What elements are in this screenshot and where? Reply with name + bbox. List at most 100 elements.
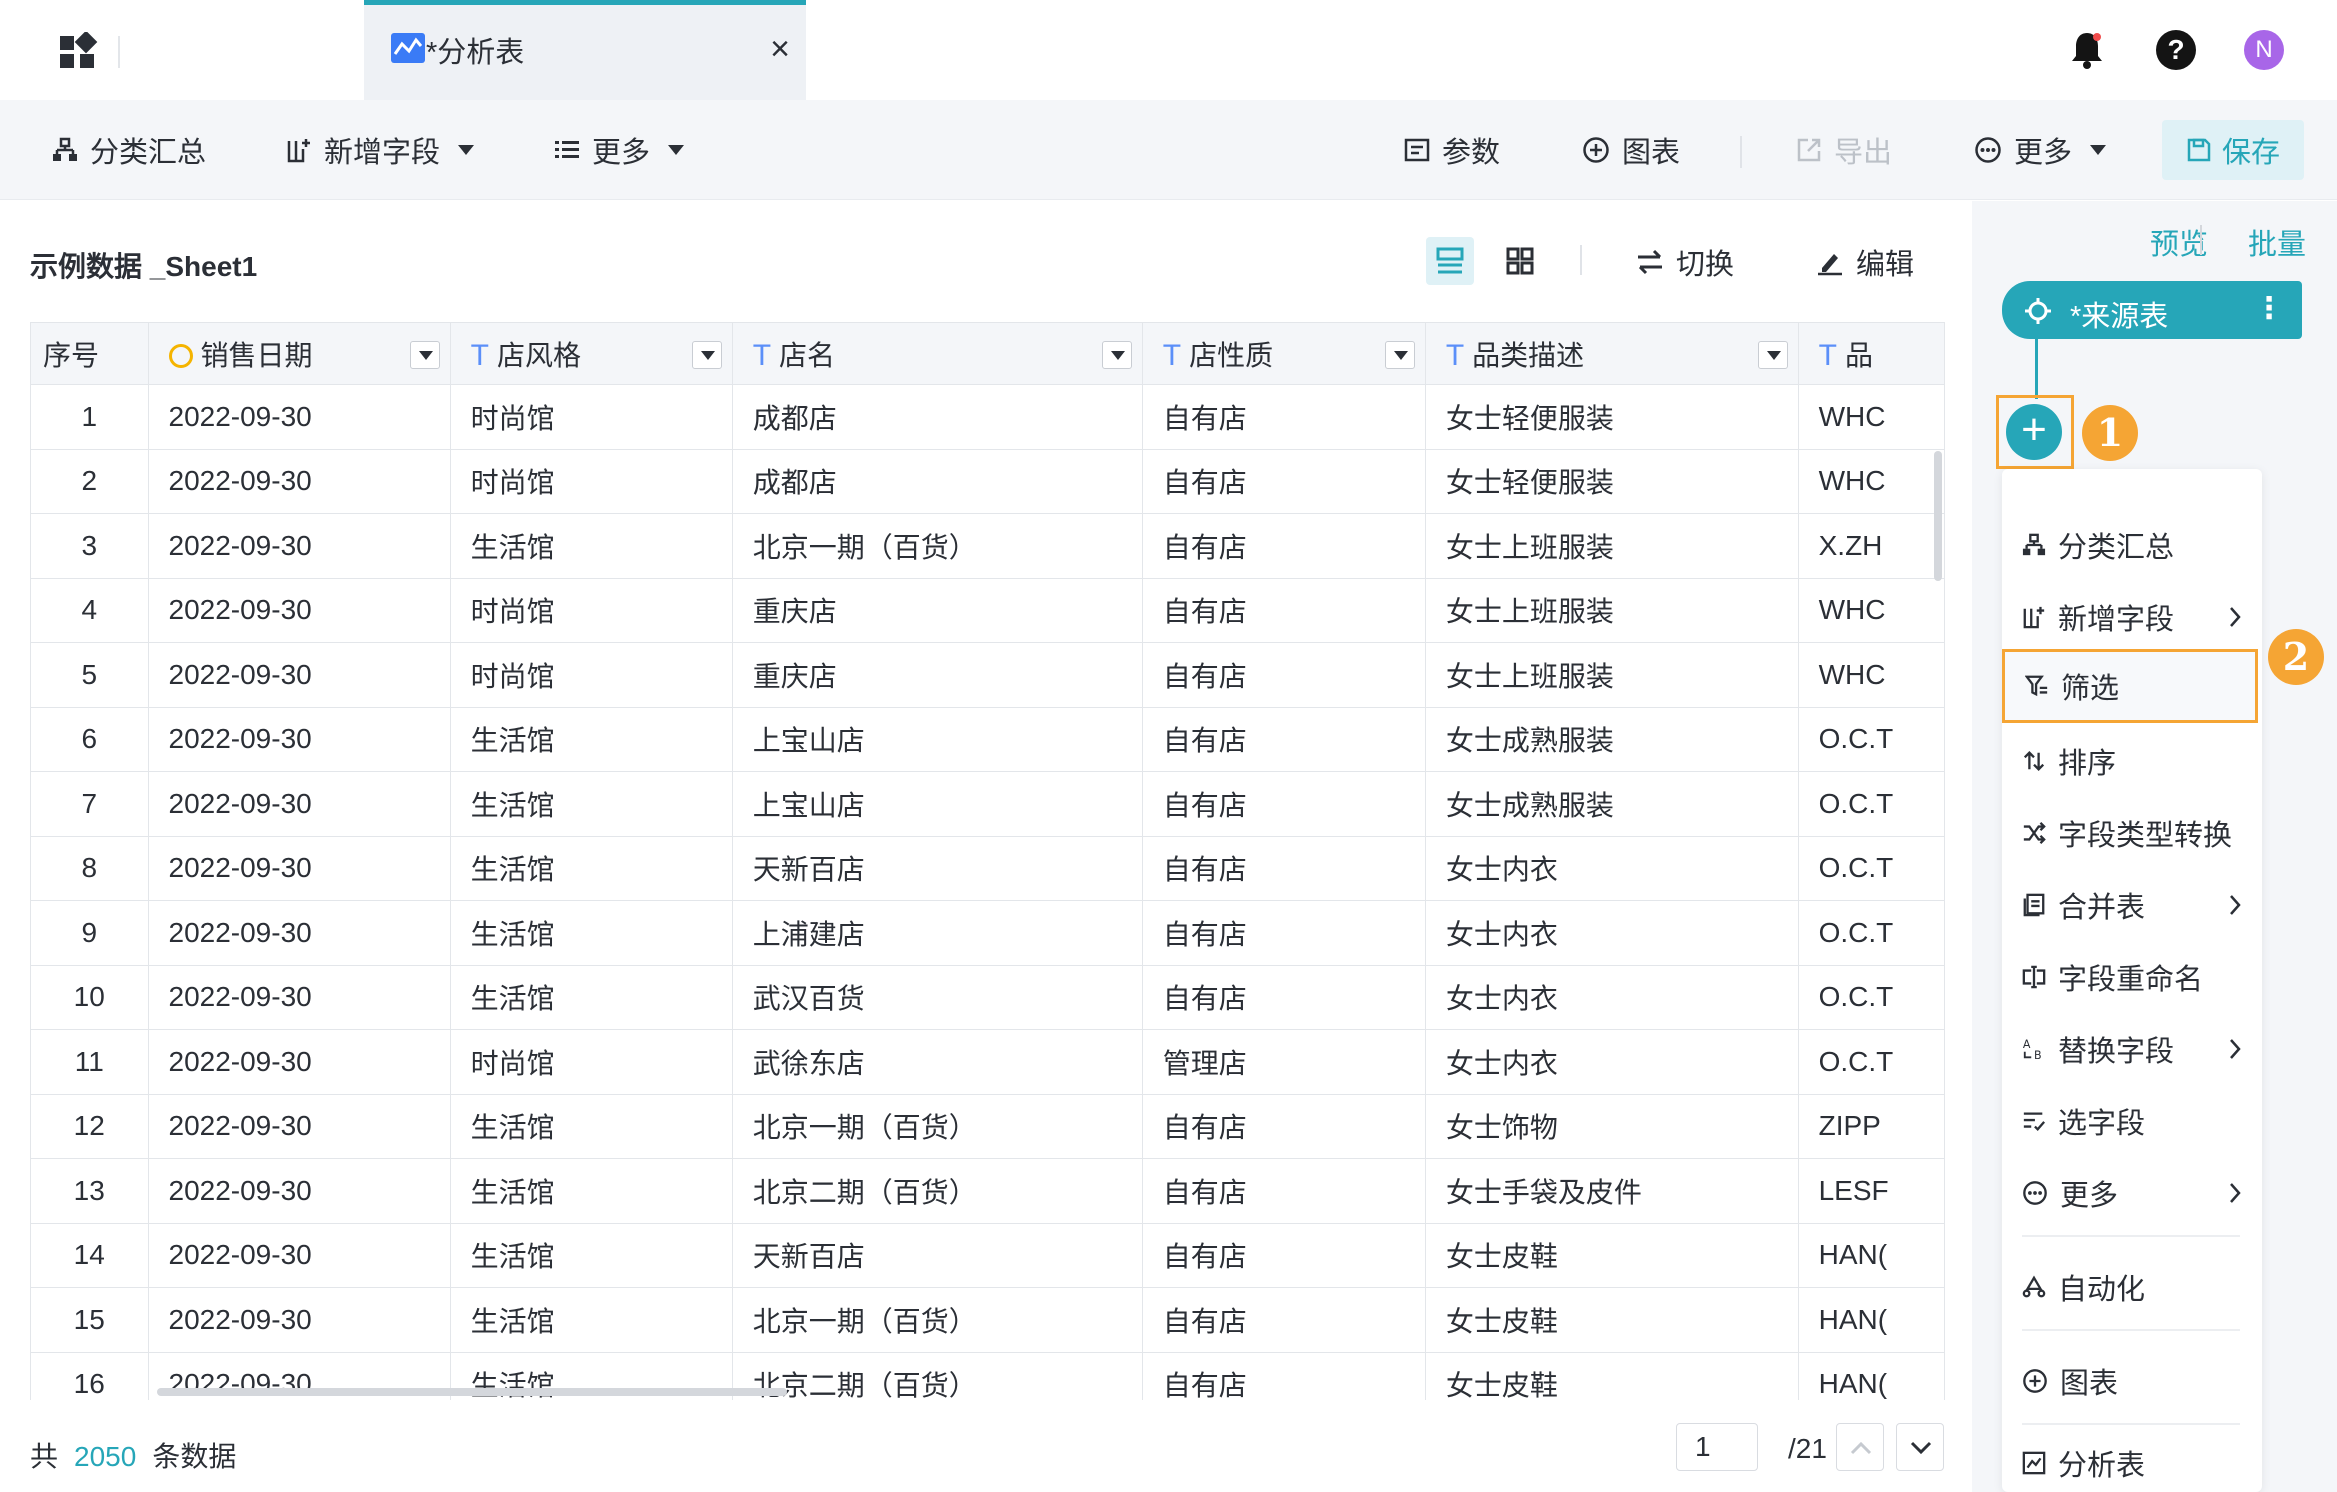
column-header-brand[interactable]: T品 bbox=[1797, 322, 1945, 385]
batch-link[interactable]: 批量 bbox=[2248, 221, 2306, 263]
source-table-node[interactable]: *来源表 ⋮ bbox=[2002, 281, 2302, 339]
table-row[interactable]: 3 2022-09-30 生活馆 北京一期（百货） 自有店 女士上班服装 X.ZH bbox=[30, 513, 1945, 579]
table-cell[interactable]: 时尚馆 bbox=[449, 1029, 733, 1095]
table-cell[interactable]: 时尚馆 bbox=[449, 384, 733, 450]
table-row[interactable]: 9 2022-09-30 生活馆 上浦建店 自有店 女士内衣 O.C.T bbox=[30, 900, 1945, 966]
menu-item-more[interactable]: 更多 bbox=[2002, 1157, 2262, 1229]
table-row[interactable]: 10 2022-09-30 生活馆 武汉百货 自有店 女士内衣 O.C.T bbox=[30, 964, 1945, 1030]
params-button[interactable]: 参数 bbox=[1404, 128, 1500, 172]
table-cell[interactable]: 女士内衣 bbox=[1424, 835, 1799, 901]
column-dropdown-button[interactable] bbox=[691, 341, 722, 369]
table-cell[interactable]: 上宝山店 bbox=[731, 706, 1143, 772]
column-dropdown-button[interactable] bbox=[1101, 341, 1132, 369]
table-cell[interactable]: 自有店 bbox=[1141, 642, 1426, 708]
table-cell[interactable]: 女士内衣 bbox=[1424, 1029, 1799, 1095]
avatar[interactable]: N bbox=[2244, 30, 2284, 70]
menu-item-select-field[interactable]: 选字段 bbox=[2002, 1085, 2262, 1157]
table-cell[interactable]: 生活馆 bbox=[449, 1158, 733, 1224]
table-cell[interactable]: 时尚馆 bbox=[449, 577, 733, 643]
table-row[interactable]: 14 2022-09-30 生活馆 天新百店 自有店 女士皮鞋 HAN( bbox=[30, 1222, 1945, 1288]
table-cell[interactable]: 自有店 bbox=[1141, 577, 1426, 643]
table-cell[interactable]: ZIPP bbox=[1797, 1093, 1945, 1159]
table-row[interactable]: 8 2022-09-30 生活馆 天新百店 自有店 女士内衣 O.C.T bbox=[30, 835, 1945, 901]
add-field-button[interactable]: 新增字段 bbox=[286, 128, 475, 172]
table-row[interactable]: 13 2022-09-30 生活馆 北京二期（百货） 自有店 女士手袋及皮件 LESF bbox=[30, 1158, 1945, 1224]
table-cell[interactable]: 女士皮鞋 bbox=[1424, 1351, 1799, 1400]
table-cell[interactable]: 4 bbox=[30, 577, 149, 643]
table-cell[interactable]: WHC bbox=[1797, 448, 1945, 514]
table-cell[interactable]: 重庆店 bbox=[731, 577, 1143, 643]
more-right-button[interactable]: 更多 bbox=[1974, 128, 2107, 172]
table-cell[interactable]: 6 bbox=[30, 706, 149, 772]
table-cell[interactable]: 自有店 bbox=[1141, 771, 1426, 837]
table-cell[interactable]: 时尚馆 bbox=[449, 448, 733, 514]
table-cell[interactable]: 自有店 bbox=[1141, 706, 1426, 772]
table-cell[interactable]: O.C.T bbox=[1797, 706, 1945, 772]
table-cell[interactable]: 12 bbox=[30, 1093, 149, 1159]
table-cell[interactable]: 天新百店 bbox=[731, 1222, 1143, 1288]
table-cell[interactable]: 女士成熟服装 bbox=[1424, 771, 1799, 837]
save-button[interactable]: 保存 bbox=[2162, 120, 2304, 180]
table-cell[interactable]: 生活馆 bbox=[449, 706, 733, 772]
grid-view-toggle[interactable] bbox=[1496, 237, 1544, 285]
table-cell[interactable]: O.C.T bbox=[1797, 835, 1945, 901]
table-cell[interactable]: HAN( bbox=[1797, 1351, 1945, 1400]
list-view-toggle[interactable] bbox=[1426, 237, 1474, 285]
table-cell[interactable]: HAN( bbox=[1797, 1222, 1945, 1288]
table-cell[interactable]: O.C.T bbox=[1797, 964, 1945, 1030]
table-cell[interactable]: 2022-09-30 bbox=[147, 448, 451, 514]
group-summary-button[interactable]: 分类汇总 bbox=[52, 128, 206, 172]
table-cell[interactable]: 女士上班服装 bbox=[1424, 513, 1799, 579]
export-button[interactable]: 导出 bbox=[1796, 128, 1892, 172]
next-page-button[interactable] bbox=[1896, 1423, 1944, 1471]
table-cell[interactable]: 北京一期（百货） bbox=[731, 513, 1143, 579]
table-cell[interactable]: 生活馆 bbox=[449, 835, 733, 901]
table-cell[interactable]: 2022-09-30 bbox=[147, 1287, 451, 1353]
menu-item-add-field[interactable]: 新增字段 bbox=[2002, 581, 2262, 653]
edit-button[interactable]: 编辑 bbox=[1816, 241, 1914, 283]
column-header-sales-date[interactable]: 销售日期 bbox=[147, 322, 451, 385]
table-row[interactable]: 5 2022-09-30 时尚馆 重庆店 自有店 女士上班服装 WHC bbox=[30, 642, 1945, 708]
table-cell[interactable]: 女士皮鞋 bbox=[1424, 1287, 1799, 1353]
menu-item-filter[interactable]: 筛选 bbox=[2002, 649, 2258, 723]
table-cell[interactable]: 生活馆 bbox=[449, 1287, 733, 1353]
table-cell[interactable]: 女士饰物 bbox=[1424, 1093, 1799, 1159]
table-cell[interactable]: HAN( bbox=[1797, 1287, 1945, 1353]
table-cell[interactable]: 北京一期（百货） bbox=[731, 1093, 1143, 1159]
bell-icon[interactable] bbox=[2068, 30, 2106, 70]
table-cell[interactable]: 女士轻便服装 bbox=[1424, 384, 1799, 450]
menu-item-group-summary[interactable]: 分类汇总 bbox=[2002, 509, 2262, 581]
table-cell[interactable]: 北京二期（百货） bbox=[731, 1158, 1143, 1224]
table-row[interactable]: 7 2022-09-30 生活馆 上宝山店 自有店 女士成熟服装 O.C.T bbox=[30, 771, 1945, 837]
table-cell[interactable]: 武徐东店 bbox=[731, 1029, 1143, 1095]
table-cell[interactable]: 自有店 bbox=[1141, 448, 1426, 514]
table-row[interactable]: 2 2022-09-30 时尚馆 成都店 自有店 女士轻便服装 WHC bbox=[30, 448, 1945, 514]
menu-item-analysis-table[interactable]: 分析表 bbox=[2002, 1435, 2262, 1491]
menu-item-merge-table[interactable]: 合并表 bbox=[2002, 869, 2262, 941]
table-cell[interactable]: 2022-09-30 bbox=[147, 1158, 451, 1224]
table-cell[interactable]: 2 bbox=[30, 448, 149, 514]
help-icon[interactable]: ? bbox=[2156, 30, 2196, 70]
table-cell[interactable]: 2022-09-30 bbox=[147, 835, 451, 901]
table-cell[interactable]: LESF bbox=[1797, 1158, 1945, 1224]
column-header-store-type[interactable]: T 店性质 bbox=[1141, 322, 1426, 385]
table-cell[interactable]: 生活馆 bbox=[449, 964, 733, 1030]
table-cell[interactable]: 生活馆 bbox=[449, 900, 733, 966]
table-cell[interactable]: 11 bbox=[30, 1029, 149, 1095]
table-cell[interactable]: 2022-09-30 bbox=[147, 771, 451, 837]
table-row[interactable]: 12 2022-09-30 生活馆 北京一期（百货） 自有店 女士饰物 ZIPP bbox=[30, 1093, 1945, 1159]
table-cell[interactable]: 自有店 bbox=[1141, 384, 1426, 450]
table-cell[interactable]: 自有店 bbox=[1141, 1158, 1426, 1224]
switch-button[interactable]: 切换 bbox=[1636, 241, 1734, 283]
table-cell[interactable]: 15 bbox=[30, 1287, 149, 1353]
column-dropdown-button[interactable] bbox=[1384, 341, 1415, 369]
table-cell[interactable]: 自有店 bbox=[1141, 835, 1426, 901]
table-row[interactable]: 1 2022-09-30 时尚馆 成都店 自有店 女士轻便服装 WHC bbox=[30, 384, 1945, 450]
table-cell[interactable]: 1 bbox=[30, 384, 149, 450]
table-cell[interactable]: 女士上班服装 bbox=[1424, 577, 1799, 643]
table-cell[interactable]: 北京一期（百货） bbox=[731, 1287, 1143, 1353]
table-cell[interactable]: 女士内衣 bbox=[1424, 964, 1799, 1030]
page-number-input[interactable]: 1 bbox=[1676, 1423, 1758, 1471]
column-header-store-style[interactable]: T 店风格 bbox=[449, 322, 733, 385]
table-cell[interactable]: 13 bbox=[30, 1158, 149, 1224]
